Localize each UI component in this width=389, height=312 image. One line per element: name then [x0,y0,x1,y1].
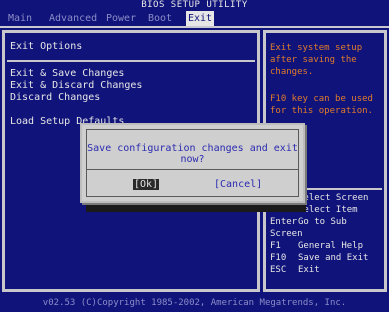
bios-title: BIOS SETUP UTILITY [0,0,389,11]
key-row: ESC Exit [270,264,384,276]
dialog-divider [87,169,298,170]
option-exit-discard-changes[interactable]: Exit & Discard Changes [10,80,142,91]
key-desc: General Help [298,241,364,251]
dialog-frame: Save configuration changes and exit now?… [86,129,299,197]
key-desc: Save and Exit [298,253,369,263]
help-hotkey-note: F10 key can be used for this operation. [270,93,382,117]
tab-advanced[interactable]: Advanced [49,11,97,26]
tab-power[interactable]: Power [106,11,136,26]
section-divider [7,60,255,62]
save-exit-dialog: Save configuration changes and exit now?… [80,123,305,203]
key-row: F10 Save and Exit [270,252,384,264]
dialog-message: Save configuration changes and exit now? [87,143,298,165]
help-description: Exit system setup after saving the chang… [270,42,382,78]
help-line: F10 key can be used [270,94,373,104]
tab-main[interactable]: Main [8,11,32,26]
help-line: changes. [270,67,314,77]
copyright-footer: v02.53 (C)Copyright 1985-2002, American … [42,298,347,308]
key-desc: Select Item [298,205,358,215]
section-title: Exit Options [10,41,83,52]
help-line: Exit system setup [270,43,363,53]
key-f10: F10 [270,253,287,263]
key-f1: F1 [270,241,281,251]
cancel-button[interactable]: [Cancel] [214,179,262,190]
help-line: for this operation. [270,106,373,116]
tab-exit[interactable]: Exit [186,11,215,26]
key-enter: Enter [270,217,298,227]
menu-bar: Main Advanced Power Boot Exit [0,11,389,28]
tab-boot[interactable]: Boot [148,11,172,26]
option-discard-changes[interactable]: Discard Changes [10,92,100,103]
key-esc: ESC [270,265,287,275]
key-row: F1 General Help [270,240,384,252]
key-desc: Exit [298,265,320,275]
option-exit-save-changes[interactable]: Exit & Save Changes [10,68,124,79]
help-line: after saving the [270,55,357,65]
key-row: EnterGo to Sub Screen [270,216,384,240]
ok-button[interactable]: [Ok] [133,179,160,190]
bios-screen: BIOS SETUP UTILITY Main Advanced Power B… [0,0,389,312]
key-desc: Select Screen [298,193,369,203]
